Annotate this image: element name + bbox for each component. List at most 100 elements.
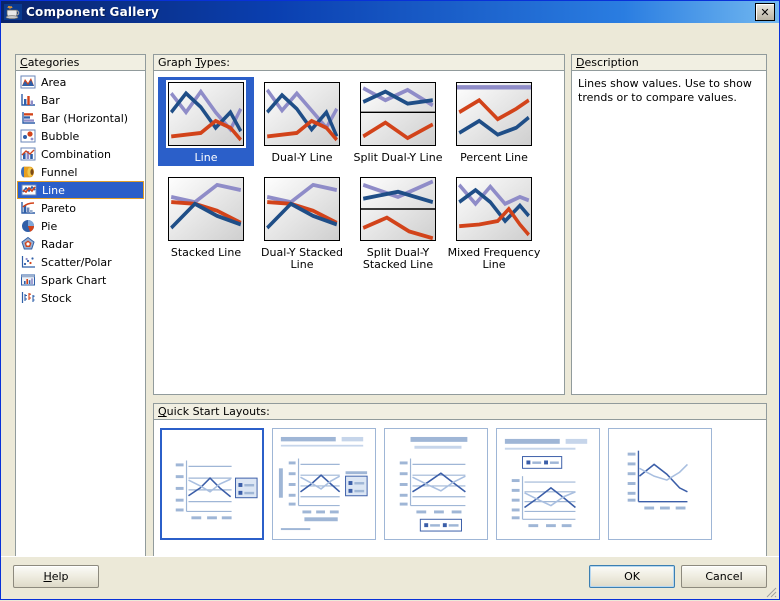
graph-type-label: Stacked Line bbox=[159, 247, 253, 261]
cancel-button[interactable]: Cancel bbox=[681, 565, 767, 588]
pareto-chart-icon bbox=[20, 200, 36, 216]
sidebar-item-radar[interactable]: Radar bbox=[16, 235, 145, 253]
graph-types-header-rest: ypes: bbox=[200, 56, 230, 69]
graph-type-split-dual-y-stacked-line[interactable]: Split Dual-Y Stacked Line bbox=[350, 172, 446, 273]
split-dual-y-line-thumb-frame bbox=[357, 79, 439, 149]
bubble-chart-icon bbox=[20, 128, 36, 144]
categories-header-mnemonic: C bbox=[20, 56, 28, 69]
sidebar-item-label: Funnel bbox=[41, 166, 77, 179]
graph-type-label: Percent Line bbox=[447, 152, 541, 166]
graph-types-header: Graph Types: bbox=[154, 55, 564, 71]
graph-type-label: Dual-Y Stacked Line bbox=[255, 247, 349, 273]
quick-start-list[interactable] bbox=[154, 420, 766, 540]
split-dual-y-stacked-line-thumb-frame bbox=[357, 174, 439, 244]
line-chart-icon bbox=[21, 182, 37, 198]
graph-type-dual-y-line[interactable]: Dual-Y Line bbox=[254, 77, 350, 166]
close-icon[interactable]: ✕ bbox=[755, 3, 775, 21]
quick-start-layout-1[interactable] bbox=[160, 428, 264, 540]
dual-y-line-thumb-frame bbox=[261, 79, 343, 149]
resize-grip-icon[interactable] bbox=[763, 584, 777, 598]
quick-start-layout-5[interactable] bbox=[608, 428, 712, 540]
sidebar-item-label: Pareto bbox=[41, 202, 76, 215]
categories-header-rest: ategories bbox=[28, 56, 80, 69]
sidebar-item-label: Bar bbox=[41, 94, 60, 107]
sidebar-item-pie[interactable]: Pie bbox=[16, 217, 145, 235]
dual-y-line-thumb bbox=[264, 82, 340, 146]
description-header-rest: escription bbox=[584, 56, 638, 69]
java-coffee-cup-icon bbox=[4, 4, 22, 20]
horizontal-bar-chart-icon bbox=[20, 110, 36, 126]
sidebar-item-scatter-polar[interactable]: Scatter/Polar bbox=[16, 253, 145, 271]
graph-type-label: Split Dual-Y Line bbox=[351, 152, 445, 166]
sidebar-item-label: Bubble bbox=[41, 130, 79, 143]
combination-chart-icon bbox=[20, 146, 36, 162]
percent-line-thumb bbox=[456, 82, 532, 146]
sidebar-item-line[interactable]: Line bbox=[17, 181, 144, 199]
sidebar-item-pareto[interactable]: Pareto bbox=[16, 199, 145, 217]
graph-type-stacked-line[interactable]: Stacked Line bbox=[158, 172, 254, 273]
radar-chart-icon bbox=[20, 236, 36, 252]
graph-types-row-2: Stacked Line Dual-Y Stac bbox=[158, 172, 564, 273]
title-bar[interactable]: Component Gallery ✕ bbox=[1, 1, 779, 23]
dual-y-stacked-line-thumb-frame bbox=[261, 174, 343, 244]
sidebar-item-area[interactable]: Area bbox=[16, 73, 145, 91]
quick-start-header-rest: uick Start Layouts: bbox=[167, 405, 270, 418]
graph-type-split-dual-y-line[interactable]: Split Dual-Y Line bbox=[350, 77, 446, 166]
sidebar-item-bar[interactable]: Bar bbox=[16, 91, 145, 109]
component-gallery-dialog: Component Gallery ✕ Categories Area bbox=[0, 0, 780, 600]
graph-types-panel: Graph Types: bbox=[153, 54, 565, 395]
sidebar-item-label: Pie bbox=[41, 220, 57, 233]
quick-start-layouts-panel: Quick Start Layouts: bbox=[153, 403, 767, 578]
graph-type-percent-line[interactable]: Percent Line bbox=[446, 77, 542, 166]
dialog-button-bar: Help OK Cancel bbox=[1, 556, 779, 599]
area-chart-icon bbox=[20, 74, 36, 90]
split-dual-y-line-thumb bbox=[360, 82, 436, 146]
layout-title-chart-bottom-legend-thumb bbox=[387, 431, 485, 537]
stock-chart-icon bbox=[20, 290, 36, 306]
layout-title-chart-right-legend-footnote-thumb bbox=[275, 431, 373, 537]
sidebar-item-bar-horizontal[interactable]: Bar (Horizontal) bbox=[16, 109, 145, 127]
quick-start-layout-3[interactable] bbox=[384, 428, 488, 540]
line-thumb bbox=[168, 82, 244, 146]
graph-types-header-pre: Graph bbox=[158, 56, 195, 69]
stacked-line-thumb-frame bbox=[165, 174, 247, 244]
quick-start-layout-4[interactable] bbox=[496, 428, 600, 540]
pie-chart-icon bbox=[20, 218, 36, 234]
graph-type-label: Mixed Frequency Line bbox=[447, 247, 541, 273]
graph-type-dual-y-stacked-line[interactable]: Dual-Y Stacked Line bbox=[254, 172, 350, 273]
mixed-frequency-line-thumb bbox=[456, 177, 532, 241]
window-title: Component Gallery bbox=[26, 5, 755, 19]
dual-y-stacked-line-thumb bbox=[264, 177, 340, 241]
funnel-chart-icon bbox=[20, 164, 36, 180]
description-text: Lines show values. Use to show trends or… bbox=[572, 71, 766, 105]
mixed-frequency-line-thumb-frame bbox=[453, 174, 535, 244]
sidebar-item-label: Line bbox=[42, 184, 65, 197]
bar-chart-icon bbox=[20, 92, 36, 108]
spark-chart-icon bbox=[20, 272, 36, 288]
sidebar-item-label: Scatter/Polar bbox=[41, 256, 112, 269]
ok-button[interactable]: OK bbox=[589, 565, 675, 588]
layout-chart-with-right-legend-thumb bbox=[163, 431, 261, 537]
sidebar-item-label: Bar (Horizontal) bbox=[41, 112, 128, 125]
quick-start-layout-2[interactable] bbox=[272, 428, 376, 540]
dialog-body: Categories Area Bar bbox=[1, 23, 779, 556]
sidebar-item-label: Stock bbox=[41, 292, 71, 305]
percent-line-thumb-frame bbox=[453, 79, 535, 149]
graph-types-grid[interactable]: Line Dual-Y Line bbox=[154, 71, 564, 273]
sidebar-item-funnel[interactable]: Funnel bbox=[16, 163, 145, 181]
layout-plain-chart-thumb bbox=[611, 431, 709, 537]
categories-header: Categories bbox=[16, 55, 145, 71]
scatter-chart-icon bbox=[20, 254, 36, 270]
graph-type-label: Line bbox=[159, 152, 253, 166]
sidebar-item-spark-chart[interactable]: Spark Chart bbox=[16, 271, 145, 289]
graph-type-line[interactable]: Line bbox=[158, 77, 254, 166]
stacked-line-thumb bbox=[168, 177, 244, 241]
sidebar-item-stock[interactable]: Stock bbox=[16, 289, 145, 307]
graph-type-mixed-frequency-line[interactable]: Mixed Frequency Line bbox=[446, 172, 542, 273]
sidebar-item-label: Area bbox=[41, 76, 66, 89]
quick-start-header-mnemonic: Q bbox=[158, 405, 167, 418]
sidebar-item-bubble[interactable]: Bubble bbox=[16, 127, 145, 145]
categories-list[interactable]: Area Bar Bar (Horizontal) bbox=[16, 71, 145, 307]
help-button[interactable]: Help bbox=[13, 565, 99, 588]
sidebar-item-combination[interactable]: Combination bbox=[16, 145, 145, 163]
